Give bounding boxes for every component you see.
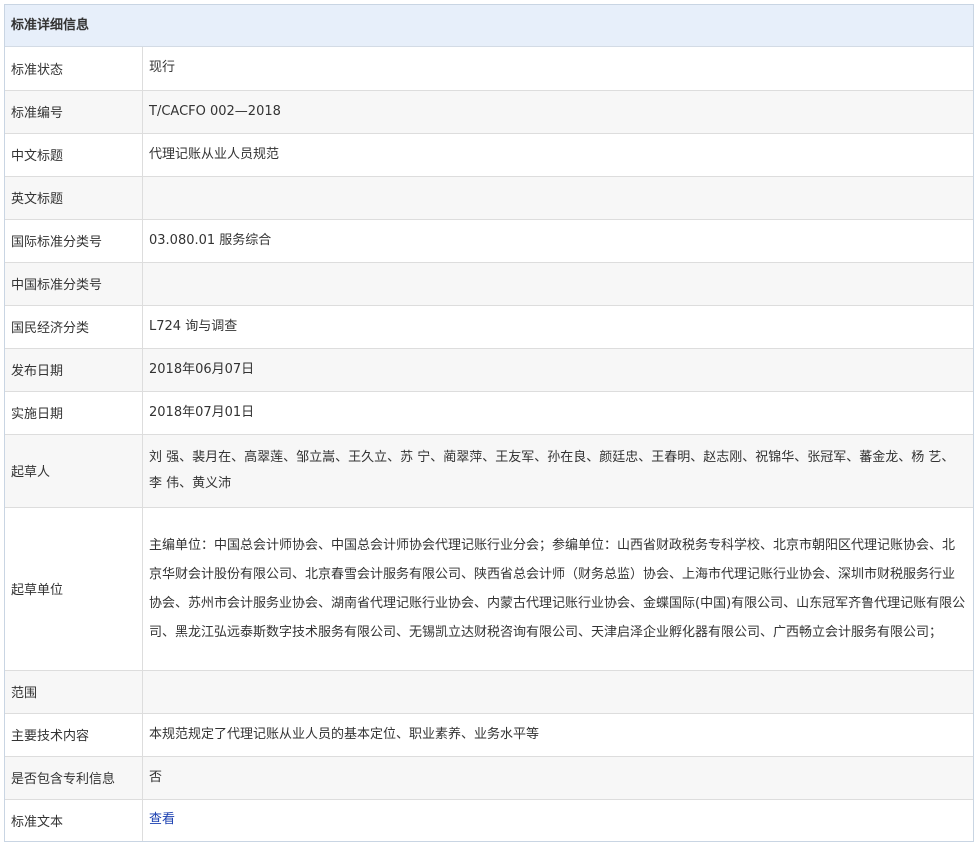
- row-label: 国际标准分类号: [5, 219, 143, 263]
- row-drafters: 起草人 刘 强、裴月在、高翠莲、邹立嵩、王久立、苏 宁、蔺翠萍、王友军、孙在良、…: [5, 434, 973, 508]
- row-effective-date: 实施日期 2018年07月01日: [5, 391, 973, 435]
- row-economic-class: 国民经济分类 L724 询与调查: [5, 305, 973, 349]
- row-label: 标准编号: [5, 90, 143, 134]
- row-label: 标准状态: [5, 47, 143, 91]
- row-main-content: 主要技术内容 本规范规定了代理记账从业人员的基本定位、职业素养、业务水平等: [5, 713, 973, 757]
- row-value: 03.080.01 服务综合: [142, 219, 973, 263]
- row-english-title: 英文标题: [5, 176, 973, 220]
- row-label: 是否包含专利信息: [5, 756, 143, 800]
- row-label: 发布日期: [5, 348, 143, 392]
- row-standard-number: 标准编号 T/CACFO 002—2018: [5, 90, 973, 134]
- row-value: 2018年07月01日: [142, 391, 973, 435]
- row-label: 实施日期: [5, 391, 143, 435]
- row-scope: 范围: [5, 670, 973, 714]
- row-value: L724 询与调查: [142, 305, 973, 349]
- view-text-link[interactable]: 查看: [149, 812, 175, 827]
- panel-title: 标准详细信息: [5, 5, 973, 47]
- row-ics: 国际标准分类号 03.080.01 服务综合: [5, 219, 973, 263]
- row-value: 否: [142, 756, 973, 800]
- standard-detail-panel: 标准详细信息 标准状态 现行 标准编号 T/CACFO 002—2018 中文标…: [4, 4, 974, 842]
- row-label: 英文标题: [5, 176, 143, 220]
- row-value: [142, 670, 973, 714]
- row-status: 标准状态 现行: [5, 47, 973, 91]
- row-value: [142, 176, 973, 220]
- row-patent-info: 是否包含专利信息 否: [5, 756, 973, 800]
- row-standard-text: 标准文本 查看: [5, 799, 973, 841]
- row-value: T/CACFO 002—2018: [142, 90, 973, 134]
- row-label: 中国标准分类号: [5, 262, 143, 306]
- row-label: 主要技术内容: [5, 713, 143, 757]
- row-value: 现行: [142, 47, 973, 91]
- row-value: 代理记账从业人员规范: [142, 133, 973, 177]
- row-publish-date: 发布日期 2018年06月07日: [5, 348, 973, 392]
- row-value: 刘 强、裴月在、高翠莲、邹立嵩、王久立、苏 宁、蔺翠萍、王友军、孙在良、颜廷忠、…: [142, 434, 973, 508]
- row-value: 2018年06月07日: [142, 348, 973, 392]
- row-label: 起草人: [5, 434, 143, 508]
- row-label: 中文标题: [5, 133, 143, 177]
- row-value: 查看: [142, 799, 973, 841]
- row-label: 标准文本: [5, 799, 143, 841]
- row-drafting-units: 起草单位 主编单位：中国总会计师协会、中国总会计师协会代理记账行业分会；参编单位…: [5, 507, 973, 671]
- row-chinese-title: 中文标题 代理记账从业人员规范: [5, 133, 973, 177]
- row-value: 本规范规定了代理记账从业人员的基本定位、职业素养、业务水平等: [142, 713, 973, 757]
- row-value: 主编单位：中国总会计师协会、中国总会计师协会代理记账行业分会；参编单位：山西省财…: [142, 507, 973, 671]
- row-value: [142, 262, 973, 306]
- row-label: 起草单位: [5, 507, 143, 671]
- detail-table: 标准状态 现行 标准编号 T/CACFO 002—2018 中文标题 代理记账从…: [5, 47, 973, 841]
- row-label: 国民经济分类: [5, 305, 143, 349]
- row-label: 范围: [5, 670, 143, 714]
- row-ccs: 中国标准分类号: [5, 262, 973, 306]
